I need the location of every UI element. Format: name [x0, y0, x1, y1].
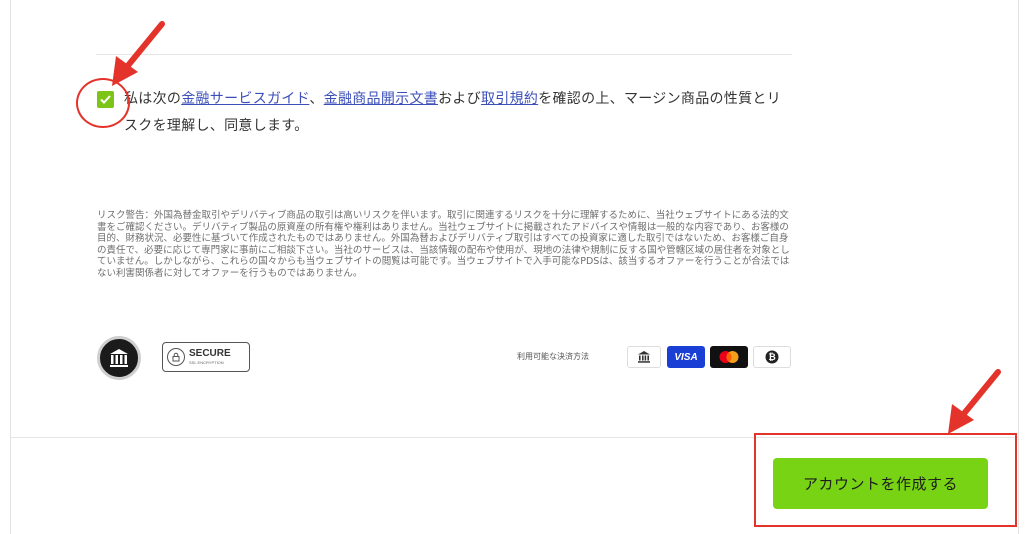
top-divider — [96, 54, 792, 55]
lock-icon — [167, 348, 185, 366]
left-border — [10, 0, 11, 534]
annotation-arrow-checkbox — [112, 21, 165, 86]
annotation-arrow-button — [948, 369, 1001, 434]
visa-icon: VISA — [667, 346, 705, 368]
right-border — [1018, 0, 1019, 534]
risk-warning: リスク警告：外国為替金取引やデリバティブ商品の取引は高いリスクを伴います。取引に… — [97, 210, 790, 279]
create-account-button[interactable]: アカウントを作成する — [773, 458, 988, 509]
product-disclosure-link[interactable]: 金融商品開示文書 — [324, 91, 438, 107]
secure-badge: SECURE SSL ENCRYPTION — [162, 342, 250, 372]
consent-separator: 、 — [309, 91, 324, 107]
page: 私は次の金融サービスガイド、金融商品開示文書および取引規約を確認の上、マージン商… — [0, 0, 1027, 534]
consent-text-before: 私は次の — [124, 91, 182, 107]
bank-transfer-icon — [627, 346, 661, 368]
bitcoin-icon: ₿ — [753, 346, 791, 368]
bank-icon — [110, 349, 128, 367]
secure-label: SECURE — [189, 348, 231, 359]
mastercard-icon — [710, 346, 748, 368]
payment-methods-label: 利用可能な決済方法 — [517, 352, 589, 361]
consent-text: 私は次の金融サービスガイド、金融商品開示文書および取引規約を確認の上、マージン商… — [124, 86, 794, 140]
terms-link[interactable]: 取引規約 — [481, 91, 538, 107]
svg-text:₿: ₿ — [768, 352, 775, 362]
consent-between: および — [438, 91, 481, 107]
bank-badge — [97, 336, 141, 380]
financial-services-guide-link[interactable]: 金融サービスガイド — [181, 91, 309, 107]
secure-sub-label: SSL ENCRYPTION — [189, 360, 224, 365]
